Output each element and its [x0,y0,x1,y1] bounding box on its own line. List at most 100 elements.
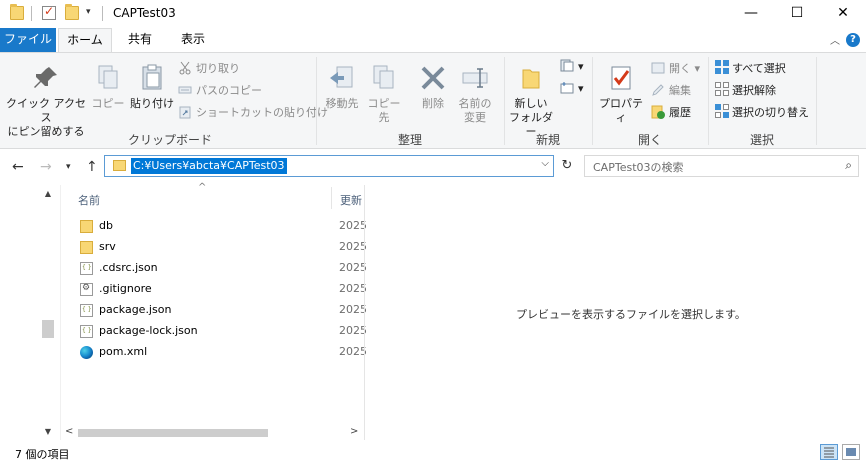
open-button[interactable]: 開く ▾ [651,59,700,79]
json-file-icon [80,262,93,275]
edit-button[interactable]: 編集 [651,81,691,101]
select-group-label: 選択 [749,133,774,147]
tab-view[interactable]: 表示 [168,28,218,52]
recent-locations-chevron-icon[interactable]: ▾ [66,162,71,172]
preview-pane-divider[interactable] [364,185,365,440]
pin-to-quick-access-button[interactable]: クイック アクセス にピン留めする [6,63,86,139]
minimize-button[interactable]: — [728,0,774,28]
horizontal-scrollbar[interactable]: < > [62,426,364,440]
divider [102,6,103,21]
search-icon[interactable]: ⌕ [845,158,852,173]
chevron-down-icon[interactable]: ⌵ [541,158,549,169]
pane-divider[interactable] [60,185,61,440]
paste-shortcut-label: ショートカットの貼り付け [196,106,328,119]
scroll-thumb[interactable] [78,429,268,437]
divider [31,6,32,21]
properties-quick-icon[interactable] [42,4,56,20]
status-bar: 7 個の項目 [0,440,866,463]
file-date: 2025 [339,324,367,337]
file-row[interactable]: srv 2025 [62,237,367,258]
tab-home[interactable]: ホーム [58,28,112,52]
column-divider[interactable] [331,187,332,209]
folder-icon [10,4,24,20]
delete-x-icon [418,63,448,93]
column-date-modified[interactable]: 更新 [340,192,362,208]
copy-to-button[interactable]: コピー先 [364,63,404,125]
move-to-button[interactable]: 移動先 [322,63,362,111]
file-row[interactable]: .cdsrc.json 2025 [62,258,367,279]
up-arrow-icon[interactable]: ↑ [86,159,98,175]
tab-file[interactable]: ファイル [0,28,56,52]
select-all-icon [714,59,729,74]
scroll-up-icon[interactable]: ▲ [42,189,54,198]
pin-label-1: クイック アクセス [6,97,86,124]
scroll-left-icon[interactable]: < [65,426,73,437]
file-row[interactable]: db 2025 [62,216,367,237]
select-none-icon [714,81,729,96]
cut-button[interactable]: 切り取り [178,59,240,79]
file-row[interactable]: package-lock.json 2025 [62,321,367,342]
file-row[interactable]: pom.xml 2025 [62,342,367,363]
new-folder-icon [516,63,546,93]
properties-button[interactable]: プロパティ [596,63,646,125]
easy-access-button[interactable]: ▾ [560,79,584,99]
search-placeholder: CAPTest03の検索 [593,161,684,174]
title-bar: ▾ CAPTest03 — ☐ ✕ [0,0,866,28]
new-item-button[interactable]: ▾ [560,57,584,77]
new-folder-quick-icon[interactable] [65,4,79,20]
scroll-thumb[interactable] [42,320,54,338]
tab-share[interactable]: 共有 [115,28,165,52]
details-view-icon[interactable] [820,444,838,460]
file-row[interactable]: .gitignore 2025 [62,279,367,300]
select-none-label: 選択解除 [732,84,776,97]
scroll-right-icon[interactable]: > [350,426,358,437]
navigation-pane-scrollbar[interactable]: ▲ ▼ [42,185,54,440]
copy-path-button[interactable]: パスのコピー [178,81,262,101]
new-folder-button[interactable]: 新しい フォルダー [506,63,556,139]
delete-button[interactable]: 削除 [414,63,452,111]
sort-ascending-icon: ^ [198,182,207,193]
address-path[interactable]: C:¥Users¥abcta¥CAPTest03 [131,158,287,174]
preview-message: プレビューを表示するファイルを選択します。 [516,308,746,321]
scroll-down-icon[interactable]: ▼ [42,427,54,436]
window-title: CAPTest03 [113,6,176,20]
refresh-icon[interactable]: ↻ [556,156,578,178]
file-name: .cdsrc.json [99,261,158,274]
file-name: pom.xml [99,345,148,358]
rename-button[interactable]: 名前の 変更 [454,63,496,125]
quick-access-dropdown-icon[interactable]: ▾ [86,7,91,17]
paste-button[interactable]: 貼り付け [130,63,174,111]
item-count: 7 個の項目 [15,448,70,461]
group-divider [592,57,593,145]
select-all-button[interactable]: すべて選択 [714,59,786,79]
search-input[interactable]: CAPTest03の検索 ⌕ [584,155,859,177]
file-date: 2025 [339,282,367,295]
rename-label-2: 変更 [464,111,486,124]
column-name[interactable]: 名前 [78,192,100,208]
address-bar[interactable]: C:¥Users¥abcta¥CAPTest03 ⌵ [104,155,554,177]
maximize-button[interactable]: ☐ [774,0,820,28]
close-button[interactable]: ✕ [820,0,866,28]
paste-shortcut-button[interactable]: ショートカットの貼り付け [178,103,328,123]
move-to-icon [327,63,357,93]
large-icons-view-icon[interactable] [842,444,860,460]
select-none-button[interactable]: 選択解除 [714,81,776,101]
copy-to-icon [369,63,399,93]
history-button[interactable]: 履歴 [651,103,691,123]
select-all-label: すべて選択 [732,62,786,75]
file-name: .gitignore [99,282,152,295]
invert-selection-button[interactable]: 選択の切り替え [714,103,809,123]
collapse-ribbon-icon[interactable]: ︿ [830,32,840,47]
organize-group-label: 整理 [397,133,422,147]
help-icon[interactable]: ? [846,33,860,47]
scissors-icon [178,61,192,75]
forward-arrow-icon[interactable]: → [40,159,52,175]
rename-label-1: 名前の [458,97,492,110]
back-arrow-icon[interactable]: ← [12,159,24,175]
copy-button[interactable]: コピー [90,63,126,111]
clipboard-group-label: クリップボード [127,133,212,147]
file-date: 2025 [339,219,367,232]
folder-icon [113,160,126,171]
copy-path-icon [178,83,192,97]
file-row[interactable]: package.json 2025 [62,300,367,321]
